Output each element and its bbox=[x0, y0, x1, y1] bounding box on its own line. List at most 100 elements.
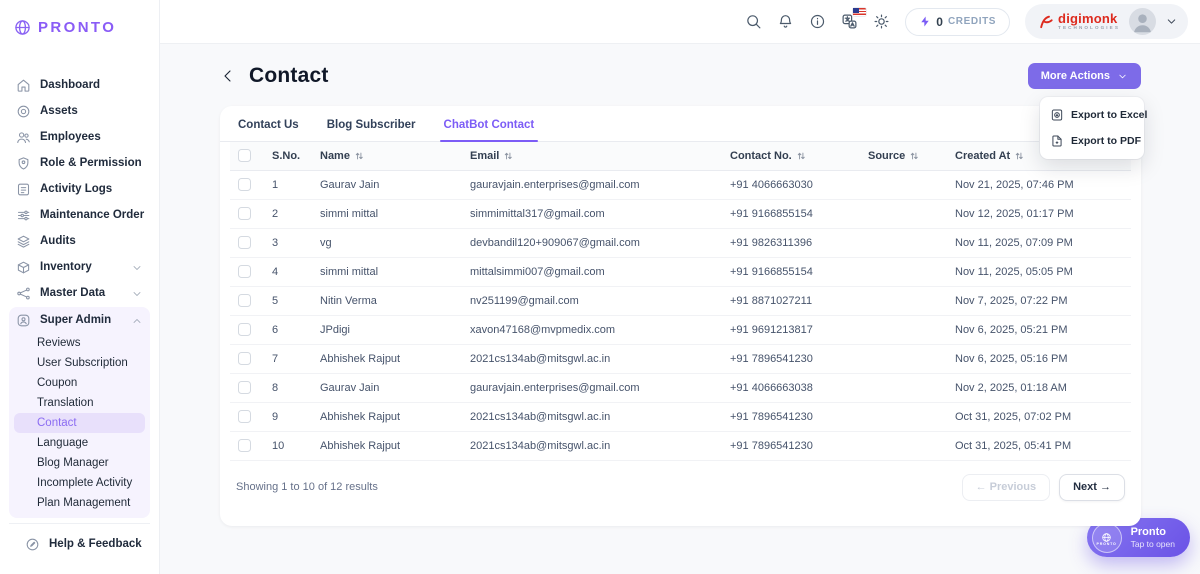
column-header-source[interactable]: Source bbox=[860, 142, 947, 170]
row-checkbox[interactable] bbox=[238, 294, 251, 307]
cell-name: simmi mittal bbox=[312, 257, 462, 286]
avatar[interactable] bbox=[1129, 8, 1156, 35]
sidebar-item-plan-management[interactable]: Plan Management bbox=[14, 493, 145, 513]
sidebar-item-maintenance-order[interactable]: Maintenance Order bbox=[9, 202, 150, 228]
row-checkbox[interactable] bbox=[238, 207, 251, 220]
cell-email: gauravjain.enterprises@gmail.com bbox=[462, 170, 722, 199]
sidebar-item-activity-logs[interactable]: Activity Logs bbox=[9, 176, 150, 202]
app-logo[interactable]: PRONTO bbox=[0, 0, 159, 54]
sort-icon[interactable] bbox=[909, 151, 919, 161]
sidebar-footer: Help & Feedback bbox=[9, 523, 150, 567]
sidebar-item-role-permission[interactable]: Role & Permission bbox=[9, 150, 150, 176]
column-header-contact-no[interactable]: Contact No. bbox=[722, 142, 860, 170]
sidebar-item-contact[interactable]: Contact bbox=[14, 413, 145, 433]
row-checkbox[interactable] bbox=[238, 381, 251, 394]
sidebar-item-label: Assets bbox=[40, 105, 78, 117]
sidebar-item-dashboard[interactable]: Dashboard bbox=[9, 72, 150, 98]
sidebar-nav: Dashboard Assets Employees Role & Permissio… bbox=[0, 54, 159, 574]
chevron-down-icon[interactable] bbox=[1165, 15, 1178, 28]
column-header-content: Contact No. bbox=[730, 150, 852, 162]
cell-source bbox=[860, 402, 947, 431]
row-checkbox[interactable] bbox=[238, 439, 251, 452]
sidebar-item-super-admin[interactable]: Super Admin bbox=[9, 307, 150, 333]
app-window: PRONTO Dashboard Assets Employees Role & Pe… bbox=[0, 0, 1200, 574]
theme-sun-icon[interactable] bbox=[873, 13, 890, 30]
column-header-content: Source bbox=[868, 150, 939, 162]
sort-icon[interactable] bbox=[1014, 151, 1024, 161]
sidebar-item-employees[interactable]: Employees bbox=[9, 124, 150, 150]
cell-source bbox=[860, 228, 947, 257]
sidebar-item-audits[interactable]: Audits bbox=[9, 228, 150, 254]
menu-item-export-to-excel[interactable]: Export to Excel bbox=[1046, 102, 1138, 128]
sidebar-item-reviews[interactable]: Reviews bbox=[14, 333, 145, 353]
assets-icon bbox=[16, 104, 31, 119]
master-icon bbox=[16, 286, 31, 301]
previous-page-button[interactable]: ← Previous bbox=[962, 474, 1051, 501]
row-checkbox[interactable] bbox=[238, 410, 251, 423]
sort-icon[interactable] bbox=[796, 151, 806, 161]
help-icon bbox=[25, 537, 40, 552]
cell-contact-no: +91 4066663030 bbox=[722, 170, 860, 199]
cell-email: xavon47168@mvpmedix.com bbox=[462, 315, 722, 344]
sidebar-item-help-feedback[interactable]: Help & Feedback bbox=[18, 531, 141, 557]
sidebar-item-assets[interactable]: Assets bbox=[9, 98, 150, 124]
next-page-button[interactable]: Next → bbox=[1059, 474, 1125, 501]
actions-dropdown-menu: Export to Excel Export to PDF bbox=[1040, 97, 1144, 159]
row-checkbox[interactable] bbox=[238, 352, 251, 365]
chat-widget-subtitle: Tap to open bbox=[1131, 539, 1175, 549]
contacts-card: Contact Us Blog Subscriber ChatBot Contact… bbox=[220, 106, 1141, 526]
search-icon[interactable] bbox=[745, 13, 762, 30]
language-flag-badge bbox=[853, 8, 866, 16]
cell-created-at: Nov 12, 2025, 01:17 PM bbox=[947, 199, 1131, 228]
tab-chatbot-contact[interactable]: ChatBot Contact bbox=[443, 106, 536, 141]
row-checkbox[interactable] bbox=[238, 323, 251, 336]
sort-icon[interactable] bbox=[354, 151, 364, 161]
cell-select bbox=[230, 344, 264, 373]
credits-count: 0 bbox=[936, 15, 943, 29]
cell-email: nv251199@gmail.com bbox=[462, 286, 722, 315]
select-all-checkbox[interactable] bbox=[238, 149, 251, 162]
menu-item-export-to-pdf[interactable]: Export to PDF bbox=[1046, 128, 1138, 154]
back-button[interactable] bbox=[220, 68, 236, 84]
row-checkbox[interactable] bbox=[238, 265, 251, 278]
sidebar-item-label: Employees bbox=[40, 131, 101, 143]
column-header-content: Email bbox=[470, 150, 714, 162]
cell-email: 2021cs134ab@mitsgwl.ac.in bbox=[462, 402, 722, 431]
sidebar-item-coupon[interactable]: Coupon bbox=[14, 373, 145, 393]
cell-name: Abhishek Rajput bbox=[312, 344, 462, 373]
sidebar-item-language[interactable]: Language bbox=[14, 433, 145, 453]
table-row: 6JPdigixavon47168@mvpmedix.com+91 969121… bbox=[230, 315, 1131, 344]
admin-icon bbox=[16, 313, 31, 328]
row-checkbox[interactable] bbox=[238, 178, 251, 191]
table-container: S.No.NameEmailContact No.SourceCreated A… bbox=[220, 142, 1141, 461]
sidebar-item-inventory[interactable]: Inventory bbox=[9, 254, 150, 280]
sidebar-item-master-data[interactable]: Master Data bbox=[9, 280, 150, 306]
cell-sno: 6 bbox=[264, 315, 312, 344]
sidebar-item-user-subscription[interactable]: User Subscription bbox=[14, 353, 145, 373]
column-header-name[interactable]: Name bbox=[312, 142, 462, 170]
super-admin-group: Super AdminReviewsUser SubscriptionCoupo… bbox=[9, 307, 150, 518]
tab-contact-us[interactable]: Contact Us bbox=[237, 106, 300, 141]
page-title: Contact bbox=[249, 64, 329, 88]
cell-created-at: Oct 31, 2025, 05:41 PM bbox=[947, 431, 1131, 460]
row-checkbox[interactable] bbox=[238, 236, 251, 249]
notifications-bell-icon[interactable] bbox=[777, 13, 794, 30]
menu-item-label: Export to PDF bbox=[1071, 135, 1141, 147]
info-icon[interactable] bbox=[809, 13, 826, 30]
column-header-content: Name bbox=[320, 150, 454, 162]
activity-icon bbox=[16, 182, 31, 197]
partner-logo[interactable]: digimonk TECHNOLOGIES bbox=[1038, 12, 1120, 31]
tab-blog-subscriber[interactable]: Blog Subscriber bbox=[326, 106, 417, 141]
sidebar-item-translation[interactable]: Translation bbox=[14, 393, 145, 413]
column-header-email[interactable]: Email bbox=[462, 142, 722, 170]
cell-name: Abhishek Rajput bbox=[312, 402, 462, 431]
more-actions-button[interactable]: More Actions bbox=[1028, 63, 1141, 89]
sidebar-item-incomplete-activity[interactable]: Incomplete Activity bbox=[14, 473, 145, 493]
translate-icon[interactable] bbox=[841, 13, 858, 30]
column-header-label: Source bbox=[868, 150, 905, 162]
chat-widget-title: Pronto bbox=[1131, 526, 1175, 540]
chevron-down-icon bbox=[1117, 71, 1128, 82]
sidebar-item-blog-manager[interactable]: Blog Manager bbox=[14, 453, 145, 473]
credits-badge[interactable]: 0 CREDITS bbox=[905, 8, 1010, 36]
sort-icon[interactable] bbox=[503, 151, 513, 161]
